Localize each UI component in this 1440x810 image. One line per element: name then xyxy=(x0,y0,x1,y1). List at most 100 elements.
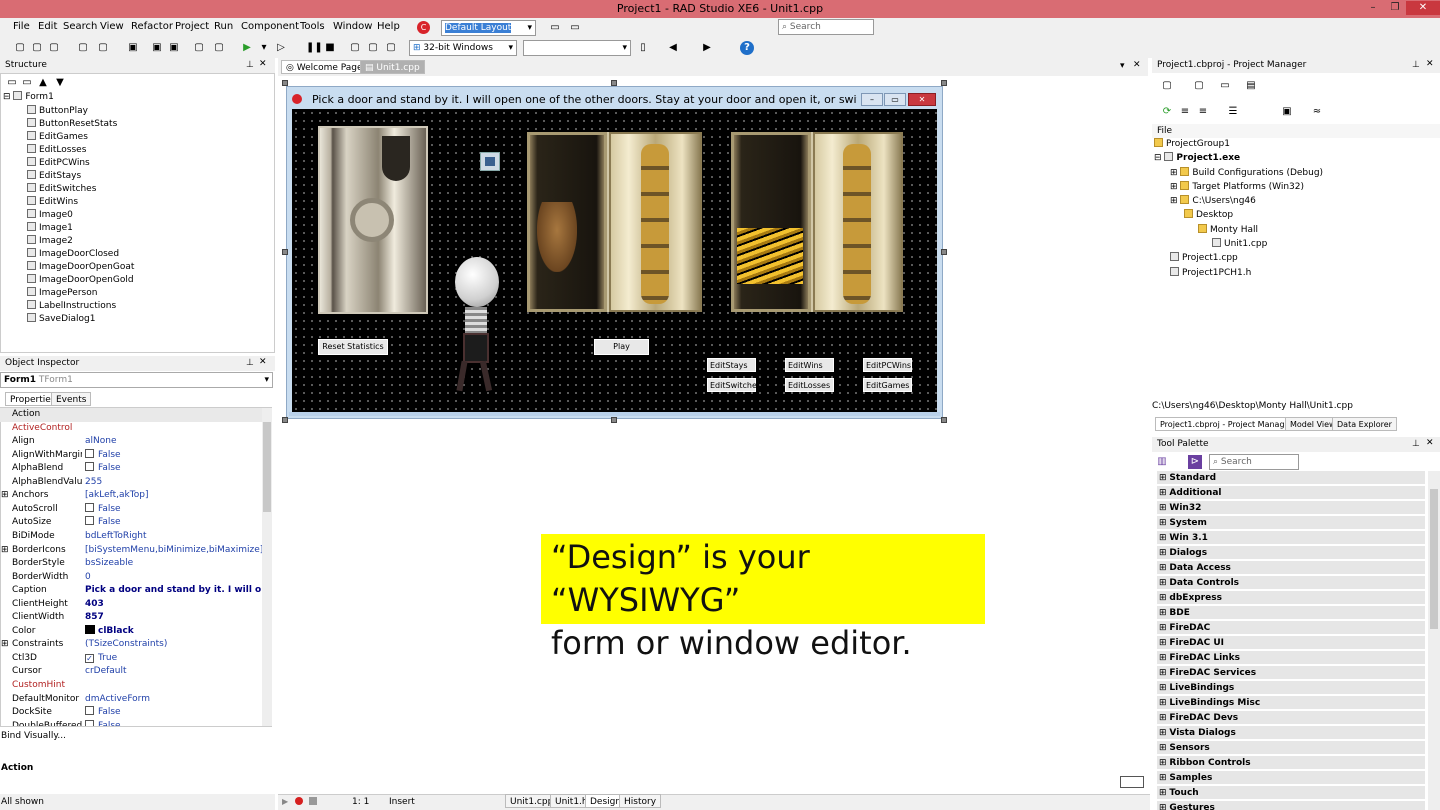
resize-handle[interactable] xyxy=(941,417,947,423)
resize-handle[interactable] xyxy=(941,80,947,86)
property-row[interactable]: AutoSize False xyxy=(0,516,262,530)
property-value[interactable]: clBlack xyxy=(85,624,262,639)
record-macro-icon[interactable] xyxy=(295,797,303,805)
add-icon[interactable]: ▢ xyxy=(1192,79,1206,93)
property-row[interactable]: DefaultMonitor dmActiveForm xyxy=(0,693,262,707)
menu-component[interactable]: Component xyxy=(241,21,299,32)
image-person[interactable] xyxy=(445,257,505,392)
edit-pc-wins[interactable]: EditPCWins xyxy=(863,358,912,372)
checkbox[interactable] xyxy=(85,516,94,526)
project-tree-item[interactable]: Desktop xyxy=(1154,209,1434,223)
property-row[interactable]: AlphaBlendValue 255 xyxy=(0,476,262,490)
configuration-combo[interactable]: ▾ xyxy=(523,40,631,56)
run-to-cursor-icon[interactable]: ▢ xyxy=(384,41,398,55)
tab-project-manager[interactable]: Project1.cbproj - Project Manager xyxy=(1155,417,1298,431)
pause-icon[interactable]: ❚❚ xyxy=(306,41,323,55)
menu-window[interactable]: Window xyxy=(333,21,372,32)
new-items-icon[interactable]: ▢ xyxy=(30,41,44,55)
property-value[interactable]: dmActiveForm xyxy=(85,693,262,707)
collapse-icon[interactable]: ▭ xyxy=(5,76,19,90)
palette-category[interactable]: ⊞ FireDAC Links xyxy=(1157,651,1425,665)
new-icon[interactable]: ▢ xyxy=(13,41,27,55)
structure-item[interactable]: Image0 xyxy=(27,208,267,222)
edit-switches[interactable]: EditSwitches xyxy=(707,378,761,392)
edit-games[interactable]: EditGames xyxy=(863,378,912,392)
palette-category[interactable]: ⊞ Samples xyxy=(1157,771,1425,785)
palette-category[interactable]: ⊞ LiveBindings xyxy=(1157,681,1425,695)
remove-file-icon[interactable]: ▢ xyxy=(212,41,226,55)
structure-item[interactable]: LabelInstructions xyxy=(27,299,267,313)
step-over-icon[interactable]: ▢ xyxy=(366,41,380,55)
palette-category[interactable]: ⊞ Sensors xyxy=(1157,741,1425,755)
structure-item[interactable]: ButtonPlay xyxy=(27,104,267,118)
property-value[interactable]: (TSizeConstraints) xyxy=(85,638,262,652)
pin-icon[interactable]: ⊥ xyxy=(246,60,254,70)
sort-icon[interactable]: ☰ xyxy=(1226,105,1240,119)
options-icon[interactable]: ▣ xyxy=(1280,105,1294,119)
build-icon[interactable]: ≡ xyxy=(1178,105,1192,119)
form-maximize-button[interactable]: ▭ xyxy=(884,93,906,106)
project-tree-item[interactable]: ⊞ Target Platforms (Win32) xyxy=(1154,180,1434,195)
checkbox[interactable] xyxy=(85,706,94,716)
property-row[interactable]: AlphaBlend False xyxy=(0,462,262,476)
property-value[interactable]: bsSizeable xyxy=(85,557,262,571)
expand-icon[interactable]: ⊞ xyxy=(1,489,9,503)
image-door-open-gold[interactable] xyxy=(731,132,903,312)
property-value[interactable]: False xyxy=(85,719,262,726)
property-row[interactable]: Color clBlack xyxy=(0,624,262,639)
structure-item[interactable]: EditPCWins xyxy=(27,156,267,170)
checkbox[interactable] xyxy=(85,448,94,458)
run-dropdown-icon[interactable]: ▾ xyxy=(257,41,271,55)
property-value[interactable]: bdLeftToRight xyxy=(85,530,262,544)
close-icon[interactable]: ✕ xyxy=(259,357,267,367)
menu-view[interactable]: View xyxy=(100,21,124,32)
save-project-icon[interactable]: ▣ xyxy=(167,41,181,55)
palette-category[interactable]: ⊞ Data Controls xyxy=(1157,576,1425,590)
palette-category[interactable]: ⊞ dbExpress xyxy=(1157,591,1425,605)
play-macro-icon[interactable]: ▶ xyxy=(282,797,288,806)
palette-scrollbar[interactable] xyxy=(1428,471,1440,810)
device-icon[interactable]: ▯ xyxy=(636,41,650,55)
compile-icon[interactable]: ≡ xyxy=(1196,105,1210,119)
property-row[interactable]: Caption Pick a door and stand by it. I wi… xyxy=(0,584,262,598)
project-tree-item[interactable]: Monty Hall xyxy=(1154,223,1434,238)
search-input[interactable]: ⌕ Search xyxy=(778,19,874,35)
tree-root[interactable]: ⊟ Form1 xyxy=(3,91,54,104)
property-value[interactable]: 403 xyxy=(85,598,262,612)
palette-category[interactable]: ⊞ FireDAC Devs xyxy=(1157,711,1425,725)
down-icon[interactable]: ▼ xyxy=(53,76,67,90)
menu-edit[interactable]: Edit xyxy=(38,21,57,32)
palette-category[interactable]: ⊞ Additional xyxy=(1157,486,1425,500)
open-icon[interactable]: ▢ xyxy=(47,41,61,55)
palette-category[interactable]: ⊞ FireDAC Services xyxy=(1157,666,1425,680)
save-layout-icon[interactable]: ▭ xyxy=(548,21,562,35)
edit-wins[interactable]: EditWins xyxy=(785,358,834,372)
property-row[interactable]: AutoScroll False xyxy=(0,502,262,517)
project-tree-item[interactable]: ⊟ Project1.exe xyxy=(1154,152,1434,166)
menu-search[interactable]: Search xyxy=(63,21,97,32)
palette-filter-icon[interactable]: ⊳ xyxy=(1188,455,1202,469)
checkbox[interactable] xyxy=(85,502,94,512)
expand-icon[interactable]: ▭ xyxy=(20,76,34,90)
bind-visually-link[interactable]: Bind Visually... xyxy=(1,731,66,741)
structure-item[interactable]: ImageDoorClosed xyxy=(27,247,267,261)
property-value[interactable]: crDefault xyxy=(85,665,262,679)
menu-run[interactable]: Run xyxy=(214,21,233,32)
property-row[interactable]: ClientHeight 403 xyxy=(0,598,262,612)
close-icon[interactable]: ✕ xyxy=(1133,60,1141,70)
structure-item[interactable]: EditLosses xyxy=(27,143,267,157)
structure-item[interactable]: ImageDoorOpenGold xyxy=(27,273,267,287)
add-file-icon[interactable]: ▢ xyxy=(192,41,206,55)
tab-data-explorer[interactable]: Data Explorer xyxy=(1332,417,1397,431)
back-icon[interactable]: ◀ xyxy=(666,41,680,55)
tab-list-icon[interactable]: ▾ xyxy=(1120,61,1125,71)
scrollbar-thumb[interactable] xyxy=(263,422,271,512)
palette-category[interactable]: ⊞ FireDAC xyxy=(1157,621,1425,635)
palette-category[interactable]: ⊞ System xyxy=(1157,516,1425,530)
menu-project[interactable]: Project xyxy=(175,21,209,32)
play-button[interactable]: Play xyxy=(594,339,649,355)
property-row[interactable]: BorderStyle bsSizeable xyxy=(0,557,262,571)
structure-item[interactable]: SaveDialog1 xyxy=(27,312,267,326)
form-preview-icon[interactable] xyxy=(1120,776,1144,788)
close-icon[interactable]: ✕ xyxy=(259,59,267,69)
